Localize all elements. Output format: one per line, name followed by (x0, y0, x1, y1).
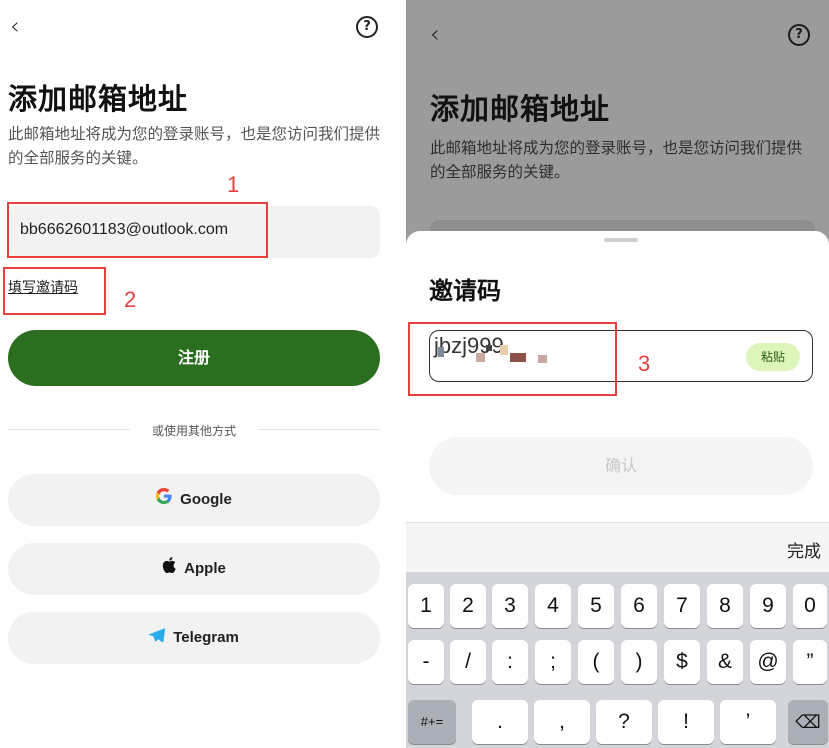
key-9[interactable]: 9 (750, 584, 786, 628)
key-dollar[interactable]: $ (664, 640, 700, 684)
key-ampersand[interactable]: & (707, 640, 743, 684)
key-apostrophe[interactable]: ’ (720, 700, 776, 744)
annotation-box-invite (3, 267, 106, 315)
right-screen: ‹ ? 添加邮箱地址 此邮箱地址将成为您的登录账号，也是您访问我们提供的全部服务… (406, 0, 829, 748)
key-7[interactable]: 7 (664, 584, 700, 628)
key-symbols[interactable]: #+= (408, 700, 456, 744)
key-exclamation[interactable]: ! (658, 700, 714, 744)
backspace-key[interactable]: ⌫ (788, 700, 828, 744)
left-screen: ‹ ? 添加邮箱地址 此邮箱地址将成为您的登录账号，也是您访问我们提供的全部服务… (0, 0, 406, 748)
annotation-box-email (7, 202, 268, 258)
key-at[interactable]: @ (750, 640, 786, 684)
annotation-number-1: 1 (227, 172, 240, 197)
key-question[interactable]: ? (596, 700, 652, 744)
key-3[interactable]: 3 (492, 584, 528, 628)
back-icon[interactable]: ‹ (10, 14, 20, 38)
key-open-paren[interactable]: ( (578, 640, 614, 684)
key-8[interactable]: 8 (707, 584, 743, 628)
key-slash[interactable]: / (450, 640, 486, 684)
apple-label: Apple (184, 560, 226, 578)
key-quote[interactable]: ” (793, 640, 827, 684)
keyboard-toolbar: 完成 (406, 522, 829, 572)
numeric-keyboard: 1 2 3 4 5 6 7 8 9 0 - / : ; ( ) $ & @ ” … (406, 572, 829, 748)
help-icon[interactable]: ? (788, 24, 810, 46)
register-button[interactable]: 注册 (8, 330, 380, 386)
page-description: 此邮箱地址将成为您的登录账号，也是您访问我们提供的全部服务的关键。 (8, 125, 381, 167)
google-login-button[interactable]: Google (8, 474, 380, 526)
page-title: 添加邮箱地址 (8, 82, 189, 116)
sheet-title: 邀请码 (429, 277, 501, 305)
key-hyphen[interactable]: - (408, 640, 444, 684)
annotation-box-code (408, 322, 617, 396)
annotation-number-2: 2 (124, 287, 137, 312)
key-4[interactable]: 4 (535, 584, 571, 628)
paste-button[interactable]: 粘贴 (746, 343, 800, 371)
telegram-icon (149, 612, 166, 664)
key-1[interactable]: 1 (408, 584, 444, 628)
key-comma[interactable]: , (534, 700, 590, 744)
key-0[interactable]: 0 (793, 584, 827, 628)
back-icon[interactable]: ‹ (430, 22, 440, 46)
key-5[interactable]: 5 (578, 584, 614, 628)
telegram-login-button[interactable]: Telegram (8, 612, 380, 664)
key-colon[interactable]: : (492, 640, 528, 684)
confirm-button[interactable]: 确认 (429, 437, 813, 495)
page-description: 此邮箱地址将成为您的登录账号，也是您访问我们提供的全部服务的关键。 (430, 139, 803, 181)
annotation-number-3: 3 (638, 351, 651, 376)
telegram-label: Telegram (173, 629, 239, 647)
key-6[interactable]: 6 (621, 584, 657, 628)
alt-login-divider-text: 或使用其他方式 (151, 424, 236, 438)
backspace-icon: ⌫ (795, 712, 821, 732)
key-2[interactable]: 2 (450, 584, 486, 628)
done-button[interactable]: 完成 (787, 537, 821, 562)
key-period[interactable]: . (472, 700, 528, 744)
apple-login-button[interactable]: Apple (8, 543, 380, 595)
apple-icon (162, 543, 176, 595)
sheet-drag-handle[interactable] (604, 238, 638, 242)
key-close-paren[interactable]: ) (621, 640, 657, 684)
google-label: Google (180, 491, 232, 509)
google-icon (156, 474, 172, 526)
page-title: 添加邮箱地址 (430, 92, 611, 126)
help-icon[interactable]: ? (356, 16, 378, 38)
key-semicolon[interactable]: ; (535, 640, 571, 684)
